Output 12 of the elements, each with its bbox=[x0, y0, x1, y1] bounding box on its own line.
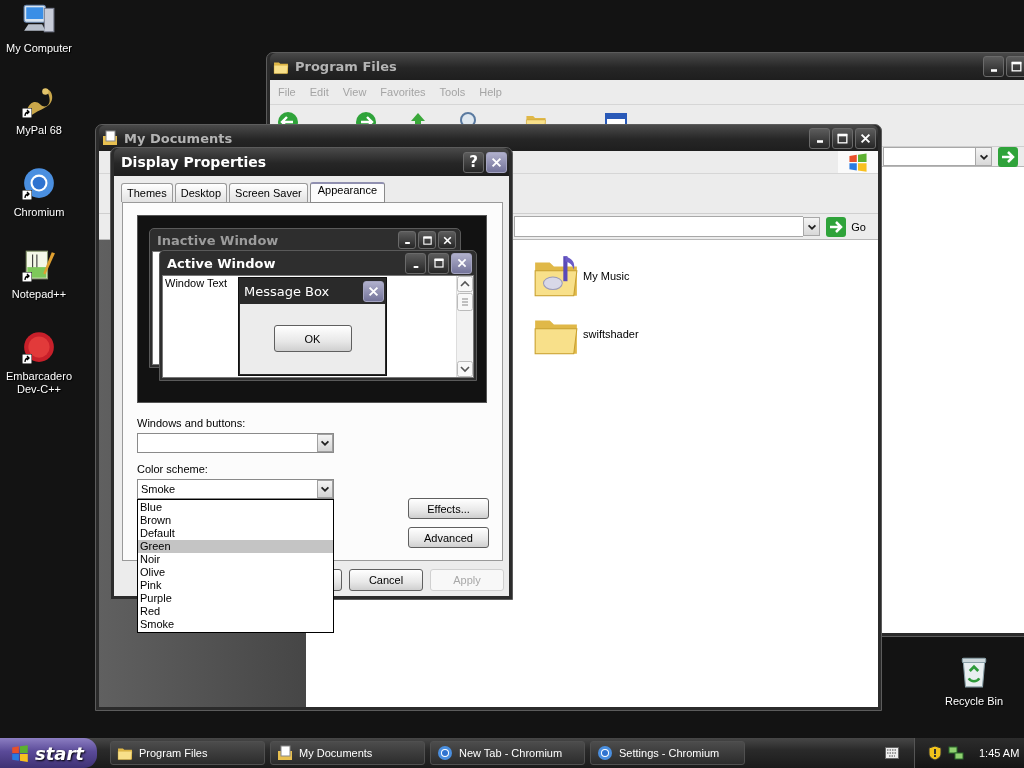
window-title: Inactive Window bbox=[157, 232, 280, 248]
window-text: Window Text bbox=[165, 277, 228, 289]
field-label: Color scheme: bbox=[137, 463, 209, 475]
window-title: My Documents bbox=[124, 130, 234, 146]
folder-name: swiftshader bbox=[583, 328, 639, 340]
window-title: Active Window bbox=[167, 255, 277, 271]
window-title: Display Properties bbox=[121, 154, 268, 170]
field-label: Windows and buttons: bbox=[137, 417, 247, 429]
window-title: Program Files bbox=[295, 59, 398, 74]
window-title: Message Box bbox=[244, 283, 331, 299]
folder-name: My Music bbox=[583, 270, 630, 282]
clock: 1:45 AM bbox=[979, 747, 1020, 759]
